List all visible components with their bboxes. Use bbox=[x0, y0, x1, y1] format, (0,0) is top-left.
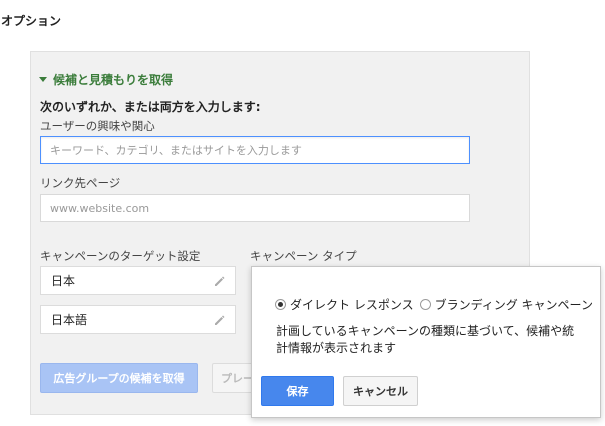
location-chip[interactable]: 日本 bbox=[40, 266, 236, 295]
pencil-icon[interactable] bbox=[213, 314, 225, 326]
landing-page-label: リンク先ページ bbox=[40, 176, 121, 190]
branding-radio[interactable] bbox=[419, 299, 431, 310]
interests-label: ユーザーの興味や関心 bbox=[40, 119, 155, 133]
interests-placeholder: キーワード、カテゴリ、またはサイトを入力します bbox=[50, 144, 302, 157]
section-toggle[interactable]: 候補と見積もりを取得 bbox=[39, 71, 173, 88]
instruction-text: 次のいずれか、または両方を入力します: bbox=[40, 100, 261, 114]
campaign-type-radio-group: ダイレクト レスポンス ブランディング キャンペーン bbox=[275, 296, 599, 313]
collapse-triangle-icon bbox=[39, 77, 47, 82]
campaign-type-label: キャンペーン タイプ bbox=[250, 249, 357, 263]
save-button[interactable]: 保存 bbox=[261, 376, 334, 406]
targeting-label: キャンペーンのターゲット設定 bbox=[40, 249, 201, 263]
page-title: オプション bbox=[1, 14, 62, 28]
landing-page-placeholder: www.website.com bbox=[50, 201, 150, 215]
pencil-icon[interactable] bbox=[213, 275, 225, 287]
location-value: 日本 bbox=[51, 274, 76, 288]
direct-response-radio[interactable] bbox=[275, 299, 286, 310]
interests-input[interactable]: キーワード、カテゴリ、またはサイトを入力します bbox=[40, 136, 470, 164]
cancel-button[interactable]: キャンセル bbox=[343, 376, 418, 406]
branding-label[interactable]: ブランディング キャンペーン bbox=[435, 296, 593, 313]
direct-response-label[interactable]: ダイレクト レスポンス bbox=[290, 296, 414, 313]
campaign-type-description: 計画しているキャンペーンの種類に基づいて、候補や統計情報が表示されます bbox=[276, 324, 575, 355]
language-value: 日本語 bbox=[51, 313, 88, 327]
get-ad-group-ideas-button[interactable]: 広告グループの候補を取得 bbox=[40, 363, 198, 393]
language-chip[interactable]: 日本語 bbox=[40, 305, 236, 334]
landing-page-input[interactable]: www.website.com bbox=[40, 194, 470, 222]
section-title: 候補と見積もりを取得 bbox=[53, 73, 174, 87]
